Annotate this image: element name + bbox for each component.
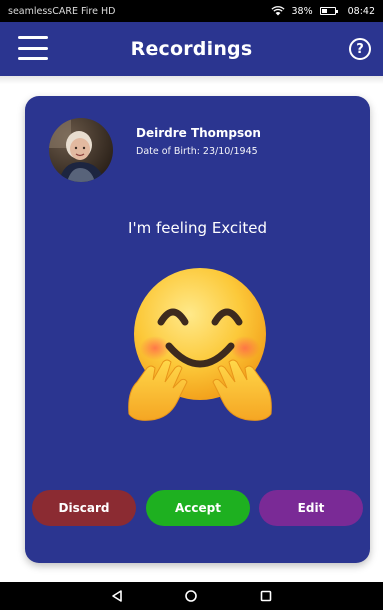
home-icon[interactable]	[183, 588, 199, 604]
hamburger-menu-icon[interactable]	[18, 36, 48, 60]
status-bar: seamlessCARE Fire HD 38% 08:42	[0, 0, 383, 22]
patient-photo	[49, 118, 113, 182]
menu-line	[18, 46, 48, 50]
edit-button[interactable]: Edit	[259, 490, 363, 526]
feeling-text: I'm feeling Excited	[128, 219, 267, 237]
battery-icon	[319, 7, 338, 15]
discard-button[interactable]: Discard	[32, 490, 136, 526]
device-name: seamlessCARE Fire HD	[8, 5, 116, 17]
battery-level	[321, 9, 327, 13]
battery-percent: 38%	[291, 5, 313, 17]
hugging-face-emoji-icon	[128, 268, 272, 421]
help-icon[interactable]: ?	[349, 38, 371, 60]
menu-line	[18, 36, 48, 39]
avatar	[49, 118, 113, 182]
recents-icon[interactable]	[258, 588, 274, 604]
accept-button[interactable]: Accept	[146, 490, 250, 526]
wifi-icon	[271, 6, 286, 16]
app-header: Recordings ?	[0, 22, 383, 76]
patient-dob: Date of Birth: 23/10/1945	[136, 146, 258, 157]
clock: 08:42	[347, 5, 375, 17]
recording-card: Deirdre Thompson Date of Birth: 23/10/19…	[25, 96, 370, 563]
header-shadow	[0, 76, 383, 84]
status-indicators: 38% 08:42	[271, 6, 375, 17]
patient-name: Deirdre Thompson	[136, 126, 261, 140]
navigation-bar	[0, 582, 383, 610]
back-icon[interactable]	[109, 588, 125, 604]
menu-line	[18, 57, 48, 60]
page-title: Recordings	[130, 38, 253, 60]
